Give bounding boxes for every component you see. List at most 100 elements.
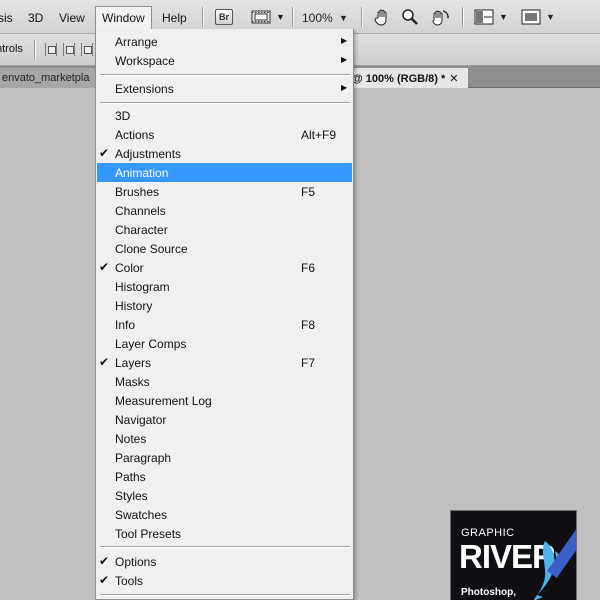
checkmark-icon: ✔ (99, 146, 110, 160)
hand-tool-button[interactable] (373, 7, 391, 27)
menu-item-label: Layers (115, 356, 152, 370)
menu-item-layer-comps[interactable]: Layer Comps (97, 334, 352, 353)
document-tab-active[interactable]: @ 100% (RGB/8) * ✕ (350, 68, 468, 88)
menu-item-label: Clone Source (115, 242, 188, 256)
toolbar-divider (292, 7, 293, 27)
menu-item-label: Arrange (115, 35, 158, 49)
menu-item-shortcut: F7 (301, 356, 316, 370)
menu-item-label: Info (115, 318, 136, 332)
menu-help[interactable]: Help (162, 11, 187, 25)
menu-item-shortcut: F6 (301, 261, 316, 275)
menu-item-3d[interactable]: 3D (97, 106, 352, 125)
checkmark-icon: ✔ (99, 554, 110, 568)
zoom-tool-button[interactable] (401, 7, 419, 27)
menu-item-label: Adjustments (115, 147, 182, 161)
window-menu-dropdown: Arrange ▶ Workspace ▶ Extensions ▶ 3D Ac… (95, 29, 354, 600)
menu-item-workspace[interactable]: Workspace ▶ (97, 51, 352, 70)
toolbar-divider (361, 7, 362, 27)
menu-item-label: Histogram (115, 280, 170, 294)
menu-item-swatches[interactable]: Swatches (97, 505, 352, 524)
menu-item-layers[interactable]: ✔ Layers F7 (97, 353, 352, 372)
menu-item-extensions[interactable]: Extensions ▶ (97, 79, 352, 98)
menu-item-label: Tool Presets (115, 527, 182, 541)
menu-item-shortcut: Alt+F9 (301, 128, 337, 142)
menu-window[interactable]: Window (95, 6, 152, 29)
arrange-documents-button[interactable]: ▼ (474, 7, 508, 27)
menu-item-channels[interactable]: Channels (97, 201, 352, 220)
menu-analysis[interactable]: sis (0, 11, 13, 25)
document-tab[interactable]: envato_marketpla (0, 68, 96, 88)
hand-icon (374, 9, 387, 26)
menu-item-label: Swatches (115, 508, 168, 522)
menu-item-notes[interactable]: Notes (97, 429, 352, 448)
menu-item-info[interactable]: Info F8 (97, 315, 352, 334)
chevron-down-icon[interactable]: ▼ (339, 13, 348, 23)
menu-item-label: Animation (115, 166, 169, 180)
align-buttons (45, 43, 93, 56)
menu-item-label: Layer Comps (115, 337, 187, 351)
menu-item-masks[interactable]: Masks (97, 372, 352, 391)
logo-sub-text: Photoshop, (461, 587, 516, 598)
menu-item-label: Character (115, 223, 168, 237)
menu-item-label: Paths (115, 470, 146, 484)
menu-item-label: 3D (115, 109, 131, 123)
menu-item-actions[interactable]: Actions Alt+F9 (97, 125, 352, 144)
menu-item-history[interactable]: History (97, 296, 352, 315)
toolbar-divider (462, 7, 463, 27)
menu-item-histogram[interactable]: Histogram (97, 277, 352, 296)
align-bottom-icon[interactable] (81, 43, 93, 56)
menu-item-tools[interactable]: ✔ Tools (97, 571, 352, 590)
menu-item-shortcut: F5 (301, 185, 316, 199)
checkmark-icon: ✔ (99, 260, 110, 274)
menu-item-label: Notes (115, 432, 147, 446)
zoom-level[interactable]: 100% (302, 11, 333, 25)
extras-button[interactable]: ▼ (251, 7, 285, 27)
submenu-arrow-icon: ▶ (341, 36, 348, 45)
menu-item-clone-source[interactable]: Clone Source (97, 239, 352, 258)
zoom-tool-icon (402, 9, 418, 25)
menu-separator (100, 74, 350, 75)
bridge-button[interactable]: Br (215, 7, 233, 27)
menu-item-paths[interactable]: Paths (97, 467, 352, 486)
menu-item-arrange[interactable]: Arrange ▶ (97, 32, 352, 51)
checkmark-icon: ✔ (99, 355, 110, 369)
graphicriver-logo: GRAPHIC RIVER Photoshop, (450, 510, 577, 600)
filmstrip-icon (251, 10, 271, 24)
menu-item-label: Options (115, 555, 157, 569)
document-tab-title: @ 100% (RGB/8) * (352, 73, 446, 85)
show-transform-controls-label[interactable]: ntrols (0, 43, 23, 55)
menu-3d[interactable]: 3D (28, 11, 43, 25)
menu-item-navigator[interactable]: Navigator (97, 410, 352, 429)
menu-item-label: History (115, 299, 153, 313)
menu-separator (100, 546, 350, 547)
menu-view[interactable]: View (59, 11, 85, 25)
toolbar-divider (202, 7, 203, 27)
menu-item-paragraph[interactable]: Paragraph (97, 448, 352, 467)
submenu-arrow-icon: ▶ (341, 55, 348, 64)
submenu-arrow-icon: ▶ (341, 83, 348, 92)
rotate-view-button[interactable] (430, 7, 450, 27)
chevron-down-icon: ▼ (499, 12, 508, 22)
menu-item-adjustments[interactable]: ✔ Adjustments (97, 144, 352, 163)
menu-item-label: Paragraph (115, 451, 172, 465)
close-icon[interactable]: ✕ (449, 73, 458, 85)
arrange-documents-icon (474, 9, 494, 25)
menu-item-label: Channels (115, 204, 166, 218)
checkmark-icon: ✔ (99, 573, 110, 587)
menu-item-measurement-log[interactable]: Measurement Log (97, 391, 352, 410)
align-vertical-center-icon[interactable] (63, 43, 75, 56)
screen-mode-button[interactable]: ▼ (521, 7, 555, 27)
menu-item-options[interactable]: ✔ Options (97, 552, 352, 571)
menu-item-label: Navigator (115, 413, 167, 427)
menu-item-tool-presets[interactable]: Tool Presets (97, 524, 352, 543)
menu-item-styles[interactable]: Styles (97, 486, 352, 505)
chevron-down-icon: ▼ (546, 12, 555, 22)
menu-item-animation[interactable]: Animation (97, 163, 352, 182)
menu-item-brushes[interactable]: Brushes F5 (97, 182, 352, 201)
menu-item-label: Masks (115, 375, 150, 389)
align-top-icon[interactable] (45, 43, 57, 56)
menu-separator (100, 594, 350, 595)
bridge-icon: Br (215, 9, 233, 25)
menu-item-character[interactable]: Character (97, 220, 352, 239)
menu-item-color[interactable]: ✔ Color F6 (97, 258, 352, 277)
